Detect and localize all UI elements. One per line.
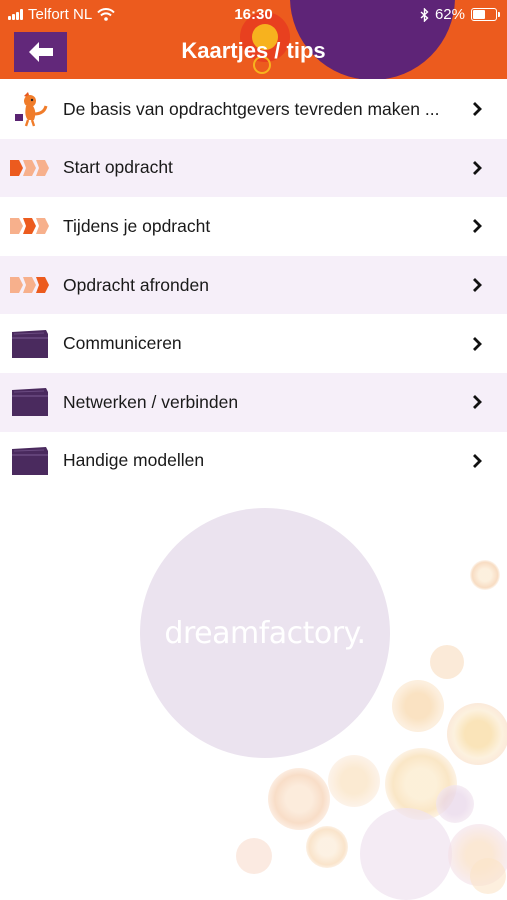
folder-icon	[10, 329, 50, 359]
decorative-bubble	[436, 785, 474, 823]
battery-icon	[471, 8, 500, 21]
status-bar: Telfort NL 16:30 62%	[0, 0, 507, 28]
battery-percent: 62%	[434, 6, 465, 23]
battery-level	[473, 10, 485, 19]
chevron-right-icon	[473, 219, 482, 234]
chevron-right-icon	[473, 160, 482, 175]
app-header: Telfort NL 16:30 62% Kaartjes / tips	[0, 0, 507, 79]
brand-logo: dreamfactory.	[164, 615, 366, 651]
list-item-handige-modellen[interactable]: Handige modellen	[0, 432, 507, 491]
decorative-bubble	[236, 838, 272, 874]
progress-step-3-icon	[10, 270, 50, 300]
decorative-bubble	[306, 826, 348, 868]
decorative-bubble	[392, 680, 444, 732]
chevron-right-icon	[473, 102, 482, 117]
chevron-right-icon	[473, 453, 482, 468]
chevron-right-icon	[473, 336, 482, 351]
list-item-label: Netwerken / verbinden	[63, 391, 239, 412]
fox-mascot-icon	[10, 92, 50, 127]
list-item-netwerken[interactable]: Netwerken / verbinden	[0, 372, 507, 432]
progress-step-2-icon	[10, 211, 50, 241]
list-item-label: Communiceren	[63, 333, 182, 354]
bluetooth-icon	[420, 7, 429, 22]
decorative-bubble	[328, 755, 380, 807]
list-item-tijdens-opdracht[interactable]: Tijdens je opdracht	[0, 197, 507, 256]
progress-step-1-icon	[10, 153, 50, 183]
list-item-basis[interactable]: De basis van opdrachtgevers tevreden mak…	[0, 80, 507, 139]
page-title: Kaartjes / tips	[181, 38, 326, 63]
brand-watermark: dreamfactory.	[140, 508, 390, 758]
decorative-bubble	[447, 703, 507, 765]
list-item-label: Handige modellen	[63, 450, 205, 471]
list-item-label: Start opdracht	[63, 157, 173, 178]
decorative-bubble	[470, 560, 500, 590]
list-item-start-opdracht[interactable]: Start opdracht	[0, 138, 507, 198]
decorative-bubble	[430, 645, 464, 679]
decorative-bubble	[360, 808, 452, 900]
list-item-opdracht-afronden[interactable]: Opdracht afronden	[0, 255, 507, 315]
folder-icon	[10, 387, 50, 417]
tips-list: De basis van opdrachtgevers tevreden mak…	[0, 80, 507, 490]
decorative-bubble	[470, 858, 506, 894]
chevron-right-icon	[473, 395, 482, 410]
list-item-label: Tijdens je opdracht	[63, 215, 211, 236]
folder-icon	[10, 446, 50, 476]
chevron-right-icon	[473, 278, 482, 293]
list-item-label: De basis van opdrachtgevers tevreden mak…	[63, 98, 440, 119]
list-item-communiceren[interactable]: Communiceren	[0, 314, 507, 373]
list-item-label: Opdracht afronden	[63, 274, 209, 295]
decorative-bubble	[268, 768, 330, 830]
